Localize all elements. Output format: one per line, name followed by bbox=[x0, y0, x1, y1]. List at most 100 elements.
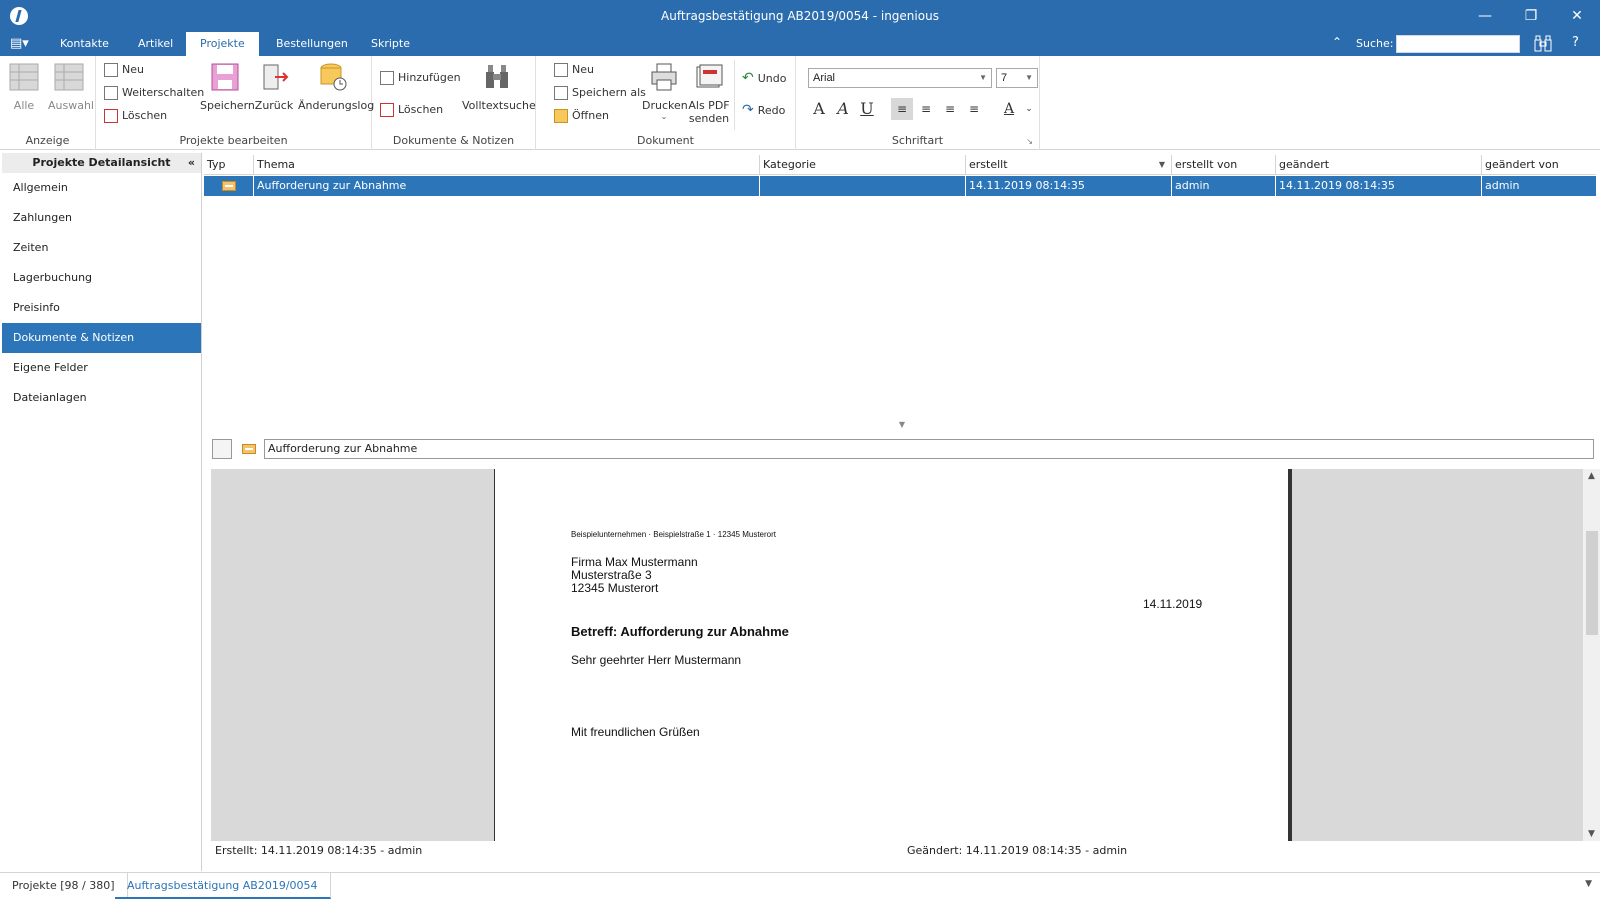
bottom-tab-bar: Projekte [98 / 380] Auftragsbestätigung … bbox=[0, 872, 1600, 900]
row-geaendert-von-cell: admin bbox=[1485, 179, 1520, 192]
document-page[interactable]: Beispielunternehmen · Beispielstraße 1 ·… bbox=[494, 469, 1292, 841]
drucken-dropdown-icon[interactable]: ⌄ bbox=[642, 112, 686, 121]
undo-label: Undo bbox=[757, 72, 787, 85]
close-button[interactable]: ✕ bbox=[1554, 0, 1600, 32]
speichern-button[interactable]: Speichern bbox=[200, 62, 255, 112]
zurueck-button[interactable]: Zurück bbox=[254, 62, 294, 112]
table-grid-icon bbox=[9, 63, 39, 91]
hinzufuegen-button[interactable]: Hinzufügen bbox=[380, 68, 461, 88]
underline-icon[interactable]: U bbox=[856, 98, 878, 120]
sidebar-item-allgemein[interactable]: Allgemein bbox=[2, 173, 201, 203]
document-status: Erstellt: 14.11.2019 08:14:35 - admin Ge… bbox=[204, 842, 1600, 860]
sidebar-item-dateianlagen[interactable]: Dateianlagen bbox=[2, 383, 201, 413]
help-button[interactable]: ? bbox=[1572, 35, 1579, 50]
collapse-sidebar-icon[interactable]: « bbox=[188, 153, 195, 173]
align-right-icon[interactable]: ≡ bbox=[915, 98, 937, 120]
editor-view-icon[interactable] bbox=[212, 439, 232, 459]
forward-icon bbox=[104, 86, 118, 100]
tab-projekte[interactable]: Projekte bbox=[186, 32, 259, 56]
auswahl-button[interactable]: Auswahl bbox=[48, 62, 94, 112]
sidebar-item-lagerbuchung[interactable]: Lagerbuchung bbox=[2, 263, 201, 293]
undo-button[interactable]: ↶ Undo bbox=[742, 68, 786, 88]
sidebar-item-zahlungen[interactable]: Zahlungen bbox=[2, 203, 201, 233]
volltextsuche-button[interactable]: Volltextsuche bbox=[462, 62, 536, 112]
italic-icon[interactable]: A bbox=[832, 98, 854, 120]
pdf-label-line2: senden bbox=[688, 112, 730, 125]
collapse-ribbon-icon[interactable]: ⌃ bbox=[1332, 35, 1342, 49]
redo-icon: ↷ bbox=[742, 102, 754, 118]
sidebar-item-zeiten[interactable]: Zeiten bbox=[2, 233, 201, 263]
scrollbar-thumb[interactable] bbox=[1586, 531, 1598, 635]
align-left-icon[interactable]: ≡ bbox=[891, 98, 913, 120]
font-grow-icon[interactable]: A bbox=[808, 98, 830, 120]
alle-button[interactable]: Alle bbox=[6, 62, 42, 112]
printer-icon bbox=[651, 63, 677, 91]
neu-dokument-button[interactable]: Neu bbox=[554, 60, 594, 80]
font-color-dropdown-icon[interactable]: ⌄ bbox=[1018, 98, 1040, 120]
tab-bestellungen[interactable]: Bestellungen bbox=[262, 32, 362, 56]
tab-kontakte[interactable]: Kontakte bbox=[46, 32, 123, 56]
row-type-cell bbox=[204, 176, 254, 196]
table-row[interactable]: Aufforderung zur Abnahme 14.11.2019 08:1… bbox=[204, 176, 1596, 196]
zurueck-label: Zurück bbox=[254, 99, 294, 112]
group-label-schriftart: Schriftart bbox=[891, 134, 944, 147]
oeffnen-button[interactable]: Öffnen bbox=[554, 106, 609, 126]
column-header-thema[interactable]: Thema bbox=[254, 155, 760, 175]
tab-projekte-liste[interactable]: Projekte [98 / 380] bbox=[0, 873, 128, 899]
sidebar-item-preisinfo[interactable]: Preisinfo bbox=[2, 293, 201, 323]
redo-button[interactable]: ↷ Redo bbox=[742, 100, 785, 120]
font-family-select[interactable]: Arial ▼ bbox=[808, 68, 992, 88]
binoculars-search-icon bbox=[486, 65, 508, 88]
row-geaendert-cell: 14.11.2019 08:14:35 bbox=[1276, 176, 1482, 196]
dialog-launcher-icon[interactable]: ↘ bbox=[1026, 137, 1033, 146]
column-header-erstellt-von[interactable]: erstellt von bbox=[1172, 155, 1276, 175]
als-pdf-senden-button[interactable]: Als PDF senden bbox=[686, 62, 732, 125]
subject-input[interactable]: Aufforderung zur Abnahme bbox=[264, 439, 1594, 459]
table-selection-icon bbox=[54, 63, 84, 91]
scroll-down-icon[interactable]: ▼ bbox=[1583, 829, 1600, 839]
font-color-icon[interactable]: A bbox=[998, 98, 1020, 120]
column-header-typ[interactable]: Typ bbox=[204, 155, 254, 175]
scroll-up-icon[interactable]: ▲ bbox=[1583, 471, 1600, 481]
splitter-handle[interactable]: ▼ bbox=[204, 420, 1600, 430]
drucken-button[interactable]: Drucken ⌄ bbox=[642, 62, 688, 121]
speichern-als-button[interactable]: Speichern als bbox=[554, 83, 646, 103]
group-label-anzeige: Anzeige bbox=[25, 134, 70, 147]
note-type-icon[interactable] bbox=[242, 444, 256, 454]
weiterschalten-button[interactable]: Weiterschalten bbox=[104, 83, 204, 103]
delete-icon bbox=[104, 109, 118, 123]
ribbon-separator bbox=[734, 60, 735, 130]
loeschen-label: Löschen bbox=[122, 109, 168, 122]
loeschen-projekt-button[interactable]: Löschen bbox=[104, 106, 167, 126]
document-scrollbar[interactable]: ▲ ▼ bbox=[1583, 469, 1600, 841]
tab-auftragsbestaetigung[interactable]: Auftragsbestätigung AB2019/0054 bbox=[115, 873, 331, 899]
sidebar-item-eigene-felder[interactable]: Eigene Felder bbox=[2, 353, 201, 383]
redo-label: Redo bbox=[757, 104, 786, 117]
column-header-erstellt[interactable]: erstellt ▼ bbox=[966, 155, 1172, 175]
sidebar-item-dokumente-notizen[interactable]: Dokumente & Notizen bbox=[2, 323, 201, 353]
column-header-geaendert-von[interactable]: geändert von bbox=[1482, 155, 1596, 175]
tab-list-dropdown-icon[interactable]: ▼ bbox=[1585, 879, 1592, 889]
ribbon-group-projekte: Neu Weiterschalten Löschen Speichern Zur… bbox=[96, 56, 374, 150]
restore-button[interactable]: ❐ bbox=[1508, 0, 1554, 32]
aenderungslog-button[interactable]: Änderungslog bbox=[298, 62, 374, 112]
column-header-geaendert[interactable]: geändert bbox=[1276, 155, 1482, 175]
neu-projekt-button[interactable]: Neu bbox=[104, 60, 144, 80]
document-viewer: Beispielunternehmen · Beispielstraße 1 ·… bbox=[211, 469, 1583, 841]
tab-artikel[interactable]: Artikel bbox=[124, 32, 187, 56]
tab-skripte[interactable]: Skripte bbox=[357, 32, 424, 56]
minimize-button[interactable]: — bbox=[1462, 0, 1508, 32]
loeschen-dokument-button[interactable]: Löschen bbox=[380, 100, 443, 120]
align-center-icon[interactable]: ≡ bbox=[939, 98, 961, 120]
justify-icon[interactable]: ≡ bbox=[963, 98, 985, 120]
font-size-select[interactable]: 7 ▼ bbox=[996, 68, 1038, 88]
binoculars-icon[interactable] bbox=[1532, 34, 1554, 54]
row-kategorie-cell bbox=[760, 176, 966, 196]
file-menu-icon[interactable]: ▤▾ bbox=[10, 36, 34, 52]
document-greeting: Sehr geehrter Herr Mustermann bbox=[571, 653, 742, 667]
search-input[interactable] bbox=[1396, 35, 1520, 53]
pdf-label-line1: Als PDF bbox=[688, 99, 730, 112]
menu-bar: ▤▾ Kontakte Artikel Projekte Bestellunge… bbox=[0, 32, 1600, 56]
column-header-kategorie[interactable]: Kategorie bbox=[760, 155, 966, 175]
document-subject: Betreff: Aufforderung zur Abnahme bbox=[571, 624, 789, 639]
